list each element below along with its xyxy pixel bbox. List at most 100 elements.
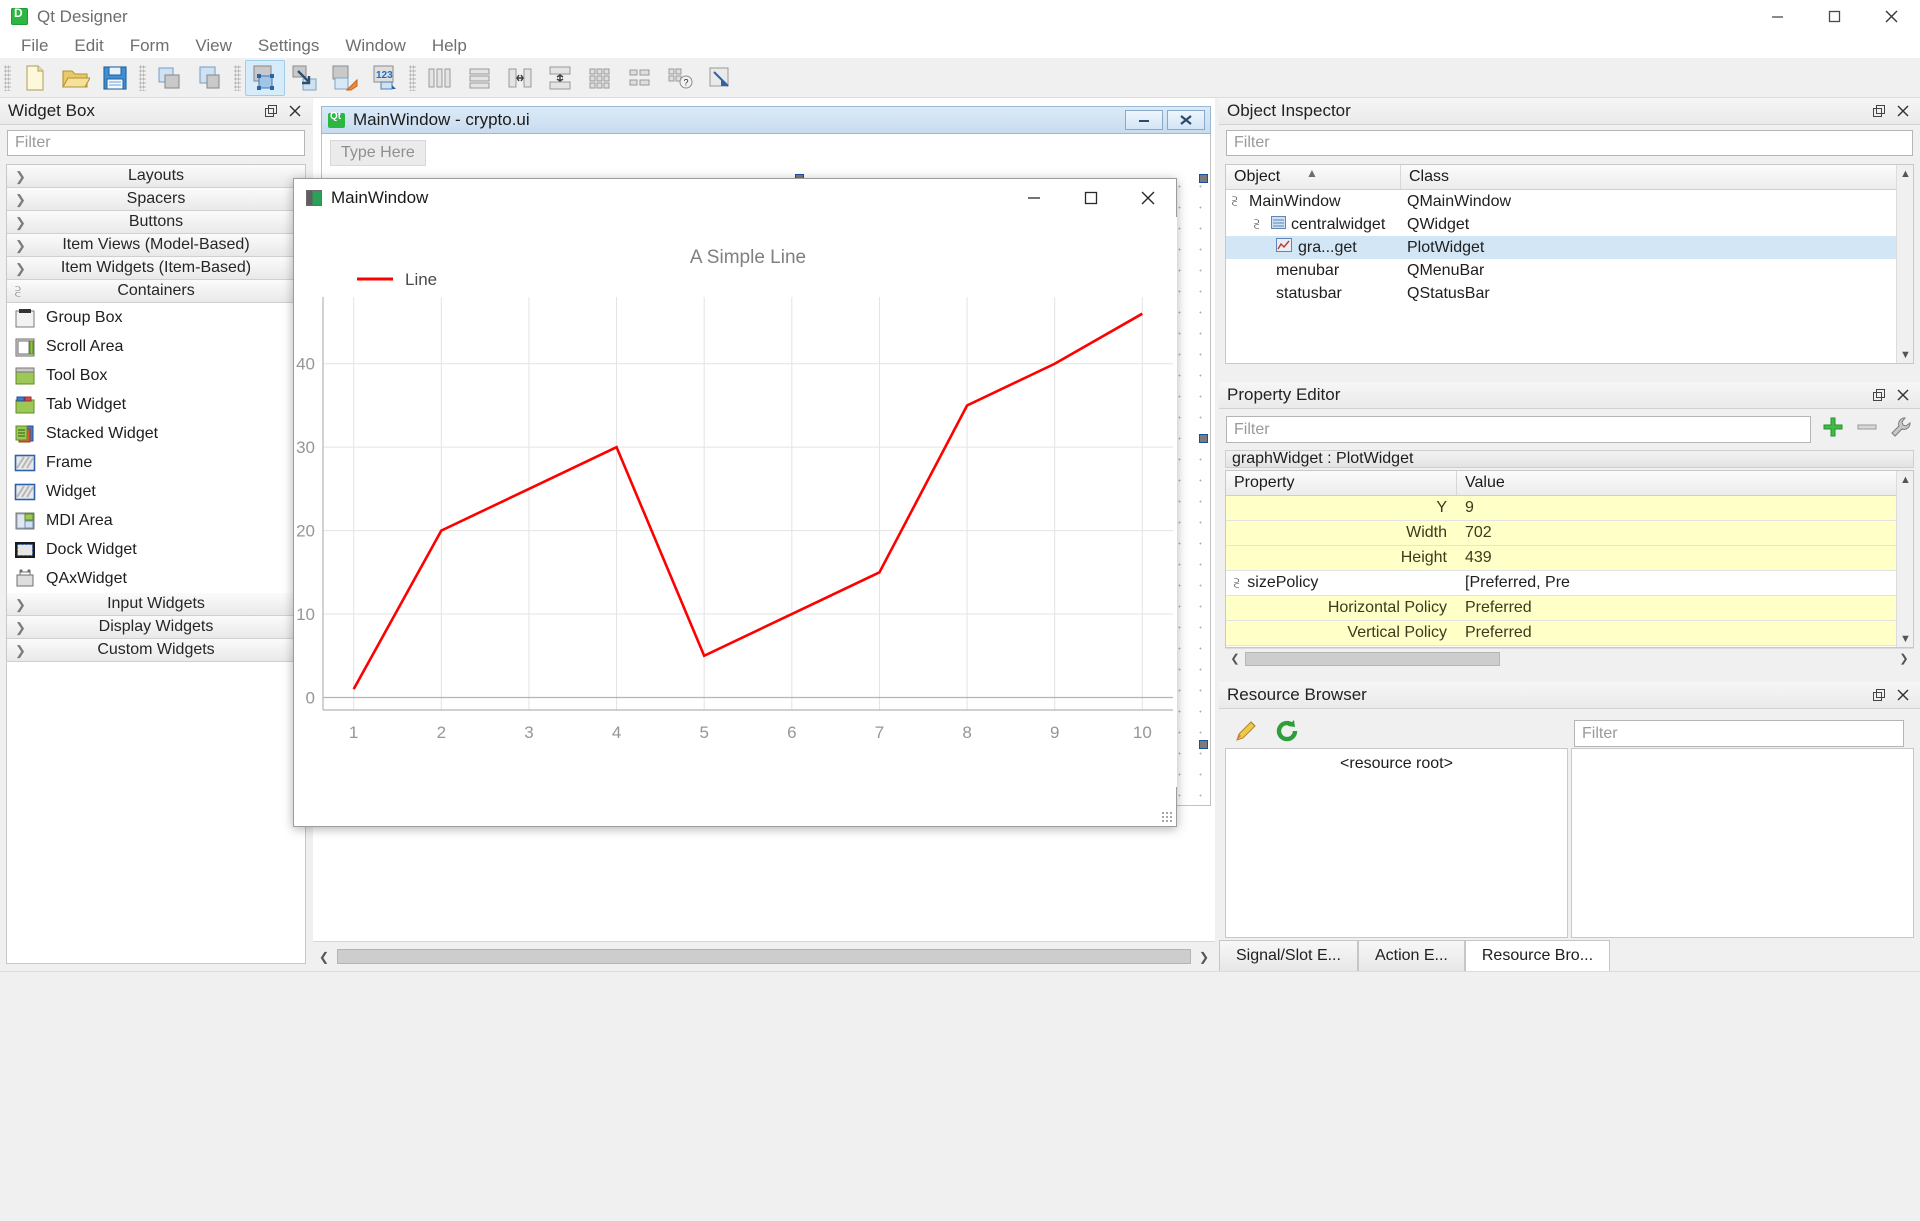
object-tree-row-centralwidget[interactable]: ⫔ centralwidget QWidget [1226,213,1913,236]
resource-browser-filter-input[interactable]: Filter [1574,720,1904,747]
layout-splitter-horizontal-button[interactable] [500,60,540,96]
object-inspector-scrollbar[interactable]: ▲ ▼ [1896,165,1913,363]
property-value[interactable]: 439 [1457,549,1913,567]
scroll-left-arrow-icon[interactable]: ❮ [313,944,335,970]
undock-icon[interactable] [264,104,279,119]
selection-handle[interactable] [1199,434,1208,443]
property-editor-hscrollbar[interactable]: ❮ ❯ [1225,648,1914,668]
selection-handle[interactable] [1199,174,1208,183]
object-tree-row-mainwindow[interactable]: ⫔ MainWindow QMainWindow [1226,190,1913,213]
value-column-header[interactable]: Value [1457,471,1913,495]
form-menu-placeholder[interactable]: Type Here [330,140,426,166]
layout-grid-button[interactable] [580,60,620,96]
edit-tab-order-button[interactable]: 123 [365,60,405,96]
resize-grip-icon[interactable] [1161,811,1173,823]
property-value[interactable]: [Preferred, Pre [1457,574,1913,592]
property-row-horizontal-policy[interactable]: Horizontal Policy Preferred [1226,596,1913,621]
scroll-right-arrow-icon[interactable]: ❯ [1193,944,1215,970]
reload-green-icon[interactable] [1273,717,1301,750]
widget-category-item-views[interactable]: ❯ Item Views (Model-Based) [7,234,305,257]
minimize-icon[interactable] [1005,179,1062,217]
widget-category-input-widgets[interactable]: ❯ Input Widgets [7,593,305,616]
class-column-header[interactable]: Class ▲ [1306,165,1913,189]
widget-item-qaxwidget[interactable]: QAxWidget [7,564,305,593]
property-editor-hscroll-thumb[interactable] [1245,651,1500,666]
toolbar-grip-2[interactable] [139,64,146,91]
mdi-scroll-thumb[interactable] [337,949,1191,964]
menu-item-edit[interactable]: Edit [61,34,116,58]
toolbar-grip-4[interactable] [409,64,416,91]
tab-signal-slot-editor[interactable]: Signal/Slot E... [1219,940,1358,971]
chevron-down-icon[interactable]: ⫔ [1254,217,1271,232]
close-icon[interactable] [1119,179,1176,217]
maximize-icon[interactable] [1062,179,1119,217]
widget-box-filter-input[interactable]: Filter [7,130,305,156]
close-icon[interactable] [1896,388,1911,403]
scroll-up-arrow-icon[interactable]: ▲ [1897,471,1913,488]
widget-category-spacers[interactable]: ❯ Spacers [7,188,305,211]
wrench-icon[interactable] [1889,415,1913,444]
minimize-icon[interactable] [1749,0,1806,33]
widget-item-stacked-widget[interactable]: Stacked Widget [7,419,305,448]
widget-item-tab-widget[interactable]: Tab Widget [7,390,305,419]
widget-item-dock-widget[interactable]: Dock Widget [7,535,305,564]
scroll-down-arrow-icon[interactable]: ▼ [1897,346,1913,363]
widget-item-widget[interactable]: Widget [7,477,305,506]
property-row-height[interactable]: Height 439 [1226,546,1913,571]
plot-widget[interactable]: A Simple Line 0 10 20 30 40 1 2 3 4 5 6 7 8 9 10 Line [295,217,1177,787]
menu-item-file[interactable]: File [8,34,61,58]
mdi-horizontal-scrollbar[interactable]: ❮ ❯ [313,941,1215,971]
property-column-header[interactable]: Property [1226,471,1457,495]
menu-item-window[interactable]: Window [332,34,418,58]
property-value[interactable]: 9 [1457,499,1913,517]
form-close-button[interactable] [1167,110,1205,130]
toolbar-grip-3[interactable] [234,64,241,91]
form-minimize-button[interactable] [1125,110,1163,130]
widget-category-custom-widgets[interactable]: ❯ Custom Widgets [7,639,305,662]
scroll-up-arrow-icon[interactable]: ▲ [1897,165,1913,182]
close-icon[interactable] [288,104,303,119]
open-form-button[interactable] [55,60,95,96]
new-form-button[interactable] [15,60,55,96]
resource-list[interactable] [1571,748,1914,938]
widget-category-containers[interactable]: ⫔ Containers [7,280,305,303]
object-inspector-filter-input[interactable]: Filter [1226,130,1913,156]
object-tree-row-statusbar[interactable]: statusbar QStatusBar [1226,282,1913,305]
scroll-left-arrow-icon[interactable]: ❮ [1225,652,1245,665]
layout-splitter-vertical-button[interactable] [540,60,580,96]
edit-widgets-button[interactable] [245,59,285,96]
property-value[interactable]: 702 [1457,524,1913,542]
widget-item-frame[interactable]: Frame [7,448,305,477]
selection-handle[interactable] [1199,740,1208,749]
menu-item-settings[interactable]: Settings [245,34,332,58]
toolbar-grip[interactable] [4,64,11,91]
menu-item-help[interactable]: Help [419,34,480,58]
property-row-vertical-policy[interactable]: Vertical Policy Preferred [1226,621,1913,646]
layout-vertically-button[interactable] [460,60,500,96]
property-value[interactable]: Preferred [1457,624,1913,642]
property-editor-filter-input[interactable]: Filter [1226,416,1811,443]
property-row-width[interactable]: Width 702 [1226,521,1913,546]
plus-green-icon[interactable] [1821,415,1845,444]
redo-button[interactable] [190,60,230,96]
close-icon[interactable] [1896,104,1911,119]
resource-tree[interactable]: <resource root> [1225,748,1568,938]
close-icon[interactable] [1896,688,1911,703]
undo-button[interactable] [150,60,190,96]
chevron-down-icon[interactable]: ⫔ [1232,194,1249,209]
object-tree-row-graphwidget[interactable]: gra...get PlotWidget [1226,236,1913,259]
undock-icon[interactable] [1872,104,1887,119]
scroll-down-arrow-icon[interactable]: ▼ [1897,630,1913,647]
widget-item-tool-box[interactable]: Tool Box [7,361,305,390]
object-tree-row-menubar[interactable]: menubar QMenuBar [1226,259,1913,282]
pencil-edit-icon[interactable] [1233,718,1259,749]
widget-category-buttons[interactable]: ❯ Buttons [7,211,305,234]
menu-item-form[interactable]: Form [117,34,183,58]
widget-category-layouts[interactable]: ❯ Layouts [7,165,305,188]
save-form-button[interactable] [95,60,135,96]
widget-item-scroll-area[interactable]: Scroll Area [7,332,305,361]
maximize-icon[interactable] [1806,0,1863,33]
undock-icon[interactable] [1872,688,1887,703]
tab-action-editor[interactable]: Action E... [1357,940,1465,971]
minus-gray-icon[interactable] [1855,415,1879,444]
